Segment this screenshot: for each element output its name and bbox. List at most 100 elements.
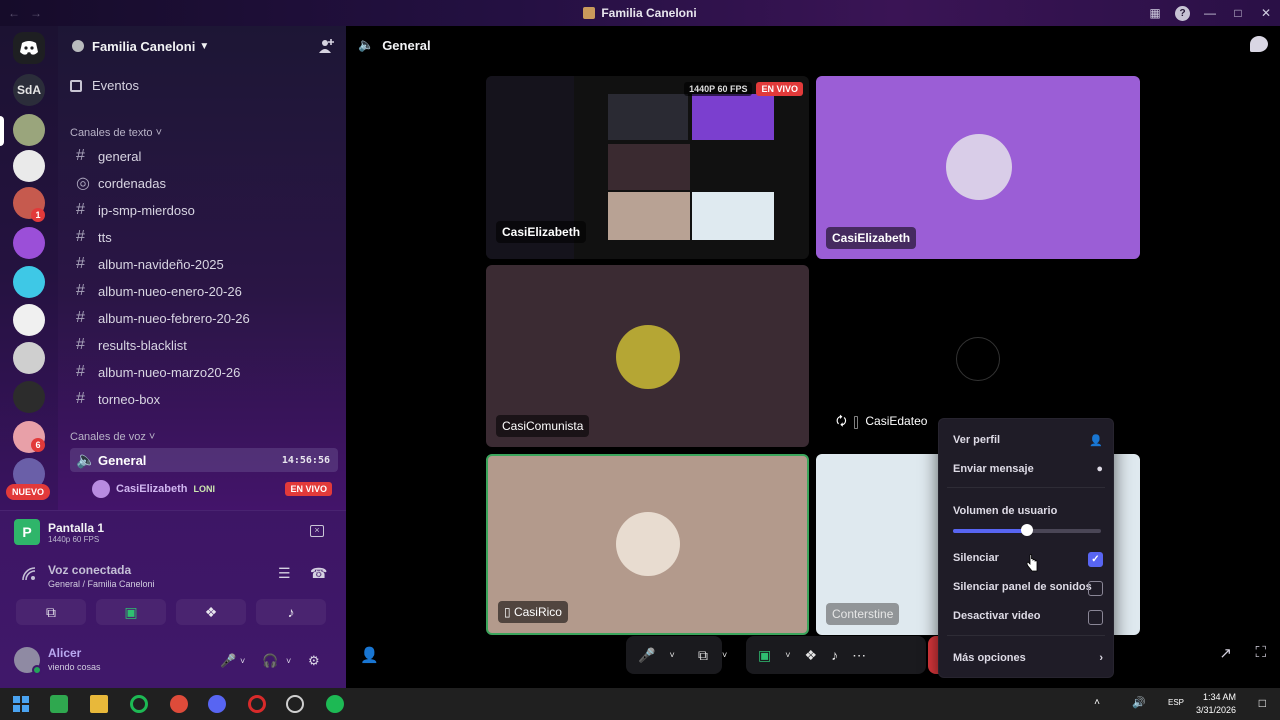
stream-preview[interactable]: P Pantalla 1 1440p 60 FPS × bbox=[14, 519, 324, 545]
noise-suppression-icon[interactable]: ☰ bbox=[278, 565, 291, 582]
microphone-icon[interactable]: 🎤 bbox=[638, 647, 655, 664]
hand-cursor-icon bbox=[1026, 554, 1038, 572]
server-familia-caneloni[interactable] bbox=[13, 114, 45, 146]
events-item[interactable]: Eventos bbox=[70, 78, 139, 93]
text-channel-7[interactable]: # results-blacklist bbox=[70, 333, 338, 357]
guild-header[interactable]: Familia Caneloni ▼ bbox=[58, 26, 346, 66]
menu-item-mas-opciones[interactable]: Más opciones › bbox=[953, 652, 1103, 664]
text-channel-6[interactable]: # album-nueo-febrero-20-26 bbox=[70, 306, 338, 330]
keyboard-language[interactable]: ESP bbox=[1168, 698, 1184, 707]
voice-channel-general[interactable]: 🔈 General 14:56:56 bbox=[70, 448, 338, 472]
gear-icon[interactable]: ⚙ bbox=[308, 653, 320, 669]
notifications-icon[interactable]: □ bbox=[1259, 696, 1266, 710]
menu-item-ver-perfil[interactable]: Ver perfil 👤 bbox=[953, 434, 1103, 447]
menu-item-desactivar-video[interactable]: Desactivar video bbox=[953, 610, 1103, 625]
app-icon[interactable] bbox=[286, 695, 304, 713]
participant-tile[interactable]: CasiComunista bbox=[486, 265, 809, 447]
menu-item-silenciar-sonidos[interactable]: Silenciar panel de sonidos bbox=[953, 581, 1103, 596]
chrome-icon[interactable] bbox=[170, 695, 188, 713]
microphone-icon[interactable]: 🎤 bbox=[220, 653, 236, 669]
discord-icon[interactable] bbox=[208, 695, 226, 713]
text-channels-category[interactable]: Canales de texto ˅ bbox=[70, 127, 162, 139]
server-purple[interactable] bbox=[13, 227, 45, 259]
chevron-down-icon[interactable]: ˅ bbox=[722, 650, 727, 660]
stream-tile[interactable]: 1440P 60 FPS EN VIVO CasiElizabeth bbox=[486, 76, 809, 259]
text-channel-5[interactable]: # album-nueo-enero-20-26 bbox=[70, 279, 338, 303]
system-clock[interactable]: 1:34 AM 3/31/2026 bbox=[1196, 691, 1236, 717]
text-channel-8[interactable]: # album-nueo-marzo20-26 bbox=[70, 360, 338, 384]
help-icon[interactable]: ? bbox=[1175, 5, 1190, 21]
text-channel-1[interactable]: ◎ cordenadas bbox=[70, 171, 338, 195]
server-r[interactable] bbox=[13, 342, 45, 374]
text-channel-4[interactable]: # album-navideño-2025 bbox=[70, 252, 338, 276]
maximize-icon[interactable]: □ bbox=[1224, 6, 1252, 20]
camera-off-icon[interactable]: ⧉ bbox=[698, 647, 708, 664]
chevron-down-icon[interactable]: ˅ bbox=[240, 656, 245, 666]
forward-arrow-icon[interactable]: → bbox=[30, 6, 42, 20]
soundboard-button[interactable]: ♪ bbox=[256, 599, 326, 625]
spotify-icon[interactable] bbox=[326, 695, 344, 713]
tray-chevron-icon[interactable]: ˄ bbox=[1094, 697, 1100, 708]
share-screen-icon[interactable]: ▣ bbox=[758, 647, 771, 664]
soundboard-icon[interactable]: ♪ bbox=[831, 647, 838, 663]
user-volume-slider[interactable] bbox=[953, 524, 1101, 536]
headphones-icon[interactable]: 🎧 bbox=[262, 653, 278, 669]
speaker-icon: 🔈 bbox=[76, 452, 96, 469]
forum-icon: ◎ bbox=[76, 175, 90, 192]
app-icon[interactable] bbox=[50, 695, 68, 713]
text-channel-0[interactable]: # general bbox=[70, 144, 338, 168]
text-channel-9[interactable]: # torneo-box bbox=[70, 387, 338, 411]
server-sda[interactable]: SdA bbox=[13, 74, 45, 106]
camera-controls: ⧉ ˅ bbox=[686, 636, 742, 674]
windows-start-icon[interactable] bbox=[12, 695, 30, 713]
more-options-icon[interactable]: ⋯ bbox=[852, 647, 866, 664]
volume-icon[interactable]: 🔊 bbox=[1132, 696, 1146, 709]
server-dark[interactable] bbox=[13, 381, 45, 413]
disconnect-icon[interactable]: ☎ bbox=[310, 565, 327, 582]
chat-bubble-icon[interactable] bbox=[1250, 36, 1268, 52]
fullscreen-icon[interactable]: ⛶ bbox=[1255, 644, 1266, 661]
connection-signal-icon[interactable] bbox=[22, 567, 36, 581]
call-timer: 14:56:56 bbox=[281, 454, 330, 466]
tile-label: 🗘 ▯ CasiEdateo bbox=[836, 414, 928, 428]
stream-quality: 1440p 60 FPS bbox=[48, 534, 100, 544]
invite-people-icon[interactable] bbox=[318, 38, 334, 54]
avatar bbox=[956, 337, 1000, 381]
opera-icon[interactable] bbox=[248, 695, 266, 713]
file-explorer-icon[interactable] bbox=[90, 695, 108, 713]
server-bird[interactable] bbox=[13, 150, 45, 182]
chevron-down-icon[interactable]: ˅ bbox=[785, 650, 790, 660]
text-channel-2[interactable]: # ip-smp-mierdoso bbox=[70, 198, 338, 222]
popout-icon[interactable]: ↗ bbox=[1219, 644, 1232, 662]
chevron-down-icon[interactable]: ˅ bbox=[669, 650, 674, 660]
stop-stream-icon[interactable]: × bbox=[310, 525, 324, 537]
discord-home-icon[interactable] bbox=[13, 32, 45, 64]
mute-soundboard-checkbox[interactable] bbox=[1088, 581, 1103, 596]
chevron-down-icon[interactable]: ˅ bbox=[286, 656, 291, 666]
activities-icon[interactable]: ❖ bbox=[805, 647, 818, 664]
disable-video-checkbox[interactable] bbox=[1088, 610, 1103, 625]
activities-button[interactable]: ❖ bbox=[176, 599, 246, 625]
minimize-icon[interactable]: — bbox=[1196, 6, 1224, 20]
channel-name: album-nueo-marzo20-26 bbox=[98, 364, 241, 380]
text-channel-3[interactable]: # tts bbox=[70, 225, 338, 249]
participant-tile[interactable]: CasiElizabeth bbox=[816, 76, 1140, 259]
camera-off-button[interactable]: ⧉ bbox=[16, 599, 86, 625]
server-controller[interactable] bbox=[13, 304, 45, 336]
voice-member[interactable]: CasiElizabeth LONI EN VIVO bbox=[92, 478, 338, 500]
share-screen-button[interactable]: ▣ bbox=[96, 599, 166, 625]
active-server-pill bbox=[0, 116, 4, 146]
back-arrow-icon[interactable]: ← bbox=[8, 6, 20, 20]
mute-checkbox[interactable]: ✓ bbox=[1088, 552, 1103, 567]
close-icon[interactable]: ✕ bbox=[1252, 6, 1280, 20]
participant-tile-speaking[interactable]: ▯ CasiRico bbox=[486, 454, 809, 635]
custom-status: viendo cosas bbox=[48, 662, 101, 672]
inbox-icon[interactable]: ▦ bbox=[1141, 6, 1169, 20]
volume-slider-handle[interactable] bbox=[1021, 524, 1033, 536]
app-icon[interactable] bbox=[130, 695, 148, 713]
add-friend-icon[interactable]: 👤 bbox=[360, 646, 379, 664]
current-user[interactable]: Alicer viendo cosas 🎤 ˅ 🎧 ˅ ⚙ bbox=[14, 645, 334, 677]
menu-item-enviar-mensaje[interactable]: Enviar mensaje ● bbox=[953, 463, 1103, 475]
voice-channels-category[interactable]: Canales de voz ˅ bbox=[70, 431, 155, 443]
server-cyan[interactable] bbox=[13, 266, 45, 298]
